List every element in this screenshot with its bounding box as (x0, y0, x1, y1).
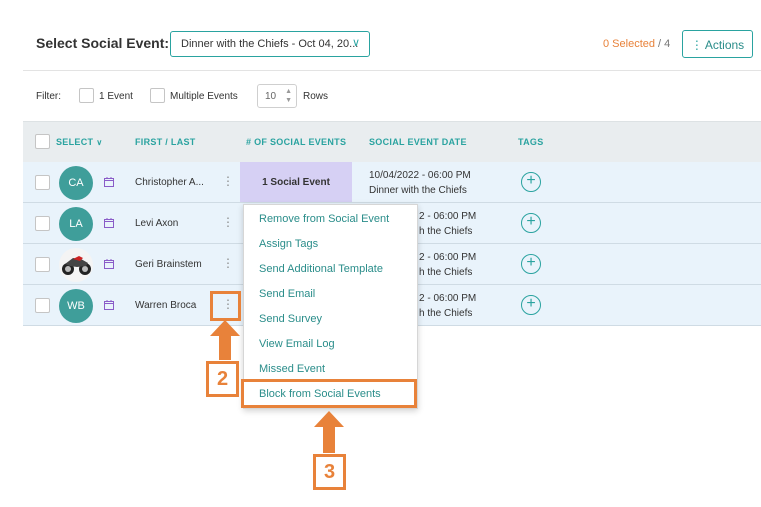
calendar-icon[interactable] (104, 218, 114, 228)
event-date: 2 - 06:00 PM (419, 211, 477, 222)
column-select[interactable]: SELECT ∨ (56, 137, 102, 147)
calendar-icon[interactable] (104, 177, 114, 187)
contact-name[interactable]: Levi Axon (135, 218, 178, 229)
arrow-up-icon (314, 411, 344, 453)
row-menu-icon[interactable]: ⋮ (222, 256, 234, 270)
contact-name[interactable]: Warren Broca (135, 300, 196, 311)
event-date: 2 - 06:00 PM (419, 252, 477, 263)
one-event-label: 1 Event (99, 91, 133, 102)
event-date-cell: 2 - 06:00 PM h the Chiefs (419, 209, 476, 239)
contact-name[interactable]: Geri Brainstem (135, 259, 202, 270)
column-tags[interactable]: TAGS (518, 137, 544, 147)
column-event-date[interactable]: SOCIAL EVENT DATE (369, 137, 467, 147)
top-bar: Select Social Event: Dinner with the Chi… (0, 0, 761, 70)
column-num-events[interactable]: # OF SOCIAL EVENTS (246, 137, 346, 147)
event-name: Dinner with the Chiefs (369, 185, 467, 196)
menu-item-send-survey[interactable]: Send Survey (259, 313, 322, 325)
divider (23, 70, 761, 71)
add-tag-icon[interactable]: + (521, 254, 541, 274)
table-header: SELECT ∨ FIRST / LAST # OF SOCIAL EVENTS … (23, 121, 761, 162)
step-3-badge: 3 (313, 454, 346, 490)
add-tag-icon[interactable]: + (521, 213, 541, 233)
event-name: h the Chiefs (419, 226, 473, 237)
rows-value: 10 (265, 91, 277, 102)
actions-button[interactable]: ⋮ Actions (682, 30, 753, 58)
social-event-count: 1 Social Event (240, 162, 352, 202)
step-2-badge: 2 (206, 361, 239, 397)
event-name: h the Chiefs (419, 267, 473, 278)
multiple-events-label: Multiple Events (170, 91, 238, 102)
menu-item-view-email-log[interactable]: View Email Log (259, 338, 335, 350)
menu-item-send-additional-template[interactable]: Send Additional Template (259, 263, 383, 275)
row-checkbox[interactable] (35, 257, 50, 272)
event-date-cell: 2 - 06:00 PM h the Chiefs (419, 291, 476, 321)
row-checkbox[interactable] (35, 216, 50, 231)
one-event-checkbox[interactable] (79, 88, 94, 103)
arrow-up-icon (210, 320, 240, 360)
column-first-last[interactable]: FIRST / LAST (135, 137, 196, 147)
add-tag-icon[interactable]: + (521, 295, 541, 315)
event-select-value: Dinner with the Chiefs - Oct 04, 20... (181, 38, 359, 50)
event-date: 10/04/2022 - 06:00 PM (369, 170, 471, 181)
select-event-label: Select Social Event: (36, 35, 170, 51)
selected-count-number: 0 Selected (603, 38, 655, 50)
event-date-cell: 10/04/2022 - 06:00 PM Dinner with the Ch… (369, 168, 471, 198)
event-select[interactable]: Dinner with the Chiefs - Oct 04, 20... ∨ (170, 31, 370, 57)
highlight-row-menu (210, 291, 241, 321)
select-all-checkbox[interactable] (35, 134, 50, 149)
rows-label: Rows (303, 91, 329, 102)
calendar-icon[interactable] (104, 259, 114, 269)
avatar: LA (59, 207, 93, 241)
rows-stepper[interactable]: 10 ▲ ▼ (257, 84, 297, 108)
social-event-page: Select Social Event: Dinner with the Chi… (0, 0, 761, 507)
event-date: 2 - 06:00 PM (419, 293, 477, 304)
contact-name[interactable]: Christopher A... (135, 177, 204, 188)
multiple-events-checkbox[interactable] (150, 88, 165, 103)
calendar-icon[interactable] (104, 300, 114, 310)
avatar: CA (59, 166, 93, 200)
chevron-down-icon: ∨ (96, 138, 103, 147)
highlight-block-item (241, 379, 417, 408)
total-count: / 4 (658, 38, 671, 50)
avatar-motorcycle-photo (59, 248, 93, 282)
table-row: CA Christopher A... ⋮ 1 Social Event 10/… (23, 162, 761, 203)
row-checkbox[interactable] (35, 175, 50, 190)
avatar: WB (59, 289, 93, 323)
selected-count: 0 Selected / 4 (603, 38, 670, 50)
actions-label: Actions (704, 38, 745, 52)
filter-label: Filter: (36, 91, 61, 102)
event-name: h the Chiefs (419, 308, 473, 319)
row-menu-icon[interactable]: ⋮ (222, 215, 234, 229)
column-select-label: SELECT (56, 137, 94, 147)
row-checkbox[interactable] (35, 298, 50, 313)
stepper-arrows-icon[interactable]: ▲ ▼ (285, 87, 292, 105)
event-date-cell: 2 - 06:00 PM h the Chiefs (419, 250, 476, 280)
menu-item-send-email[interactable]: Send Email (259, 288, 315, 300)
motorcycle-icon (62, 256, 91, 275)
kebab-icon: ⋮ (690, 38, 703, 52)
menu-item-remove-from-social-event[interactable]: Remove from Social Event (259, 213, 389, 225)
add-tag-icon[interactable]: + (521, 172, 541, 192)
menu-item-assign-tags[interactable]: Assign Tags (259, 238, 318, 250)
menu-item-missed-event[interactable]: Missed Event (259, 363, 325, 375)
chevron-down-icon: ∨ (351, 37, 360, 49)
row-menu-icon[interactable]: ⋮ (222, 174, 234, 188)
